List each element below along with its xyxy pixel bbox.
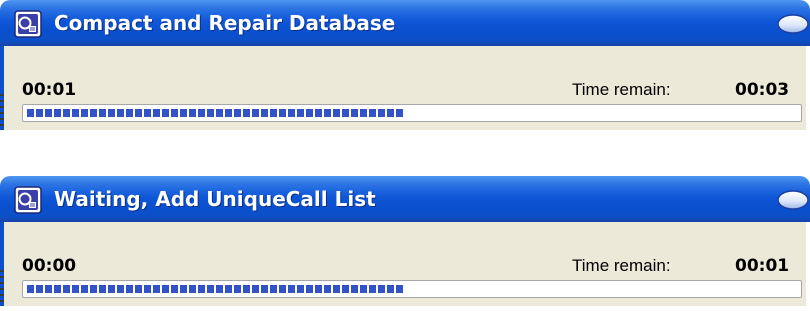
time-remain-label: Time remain:: [572, 80, 671, 99]
progress-bar: [22, 104, 802, 122]
progress-window: Compact and Repair Database 00:01 Time r…: [0, 0, 810, 130]
progress-fill: [27, 109, 404, 117]
title-bar[interactable]: Waiting, Add UniqueCall List: [0, 176, 810, 222]
progress-window: Waiting, Add UniqueCall List 00:00 Time …: [0, 176, 810, 306]
title-bar-button[interactable]: [776, 14, 810, 34]
window-edge: [0, 270, 4, 306]
title-bar[interactable]: Compact and Repair Database: [0, 0, 810, 46]
window-title: Waiting, Add UniqueCall List: [54, 187, 376, 211]
window-edge: [0, 94, 4, 130]
elapsed-time: 00:00: [22, 256, 77, 276]
time-remain-value: 00:03: [735, 80, 790, 100]
title-bar-button[interactable]: [776, 190, 810, 210]
time-remain-label: Time remain:: [572, 256, 671, 275]
progress-bar: [22, 280, 802, 298]
time-remain-value: 00:01: [735, 256, 790, 276]
window-title: Compact and Repair Database: [54, 11, 396, 35]
elapsed-time: 00:01: [22, 80, 77, 100]
progress-fill: [27, 285, 404, 293]
database-app-icon: [14, 186, 42, 214]
database-app-icon: [14, 10, 42, 38]
